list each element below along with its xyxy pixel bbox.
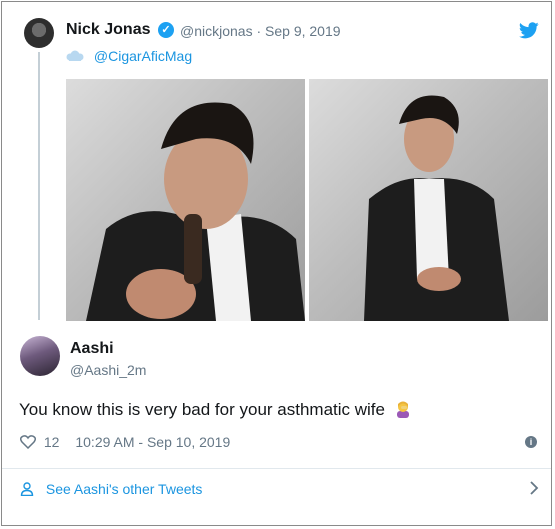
quoted-author-meta[interactable]: @nickjonas · Sep 9, 2019 xyxy=(180,23,341,39)
quoted-tweet-date[interactable]: Sep 9, 2019 xyxy=(265,23,341,39)
reply-to-row[interactable]: @CigarAficMag xyxy=(66,48,192,64)
heart-icon[interactable] xyxy=(20,435,36,449)
photo-2[interactable] xyxy=(309,79,548,321)
tweet-meta-row: 12 10:29 AM - Sep 10, 2019 xyxy=(20,434,230,450)
see-other-tweets-link[interactable]: See Aashi's other Tweets xyxy=(20,481,202,497)
reply-thread-icon xyxy=(66,50,84,61)
author-name[interactable]: Aashi xyxy=(70,340,114,358)
like-count[interactable]: 12 xyxy=(44,434,60,450)
tweet-timestamp[interactable]: 10:29 AM - Sep 10, 2019 xyxy=(75,434,230,450)
photo-2-figure xyxy=(364,95,509,321)
photo-1[interactable] xyxy=(66,79,305,321)
embedded-tweet-card: Nick Jonas ✓ @nickjonas · Sep 9, 2019 @C… xyxy=(1,1,552,526)
photo-1-figure xyxy=(86,102,305,321)
reply-to-handle[interactable]: @CigarAficMag xyxy=(94,48,192,64)
tweet-text: You know this is very bad for your asthm… xyxy=(19,400,385,419)
chevron-right-icon[interactable] xyxy=(529,480,539,496)
user-icon xyxy=(20,482,34,496)
aashi-avatar[interactable] xyxy=(20,336,60,376)
quoted-author-name[interactable]: Nick Jonas xyxy=(66,21,150,39)
quoted-author-handle[interactable]: @nickjonas xyxy=(180,23,253,39)
thread-line xyxy=(38,52,40,320)
meta-separator: · xyxy=(256,23,262,39)
twitter-bird-icon[interactable] xyxy=(519,22,539,39)
nick-jonas-avatar[interactable] xyxy=(24,18,54,48)
author-handle[interactable]: @Aashi_2m xyxy=(70,362,146,378)
tweet-text-row: You know this is very bad for your asthm… xyxy=(19,400,412,420)
see-other-tweets-label[interactable]: See Aashi's other Tweets xyxy=(46,481,203,497)
verified-icon: ✓ xyxy=(158,22,174,38)
photo-grid xyxy=(66,79,548,321)
footer-divider xyxy=(2,468,551,469)
woman-facepalming-emoji-icon xyxy=(396,401,409,418)
info-icon[interactable]: i xyxy=(525,436,537,448)
